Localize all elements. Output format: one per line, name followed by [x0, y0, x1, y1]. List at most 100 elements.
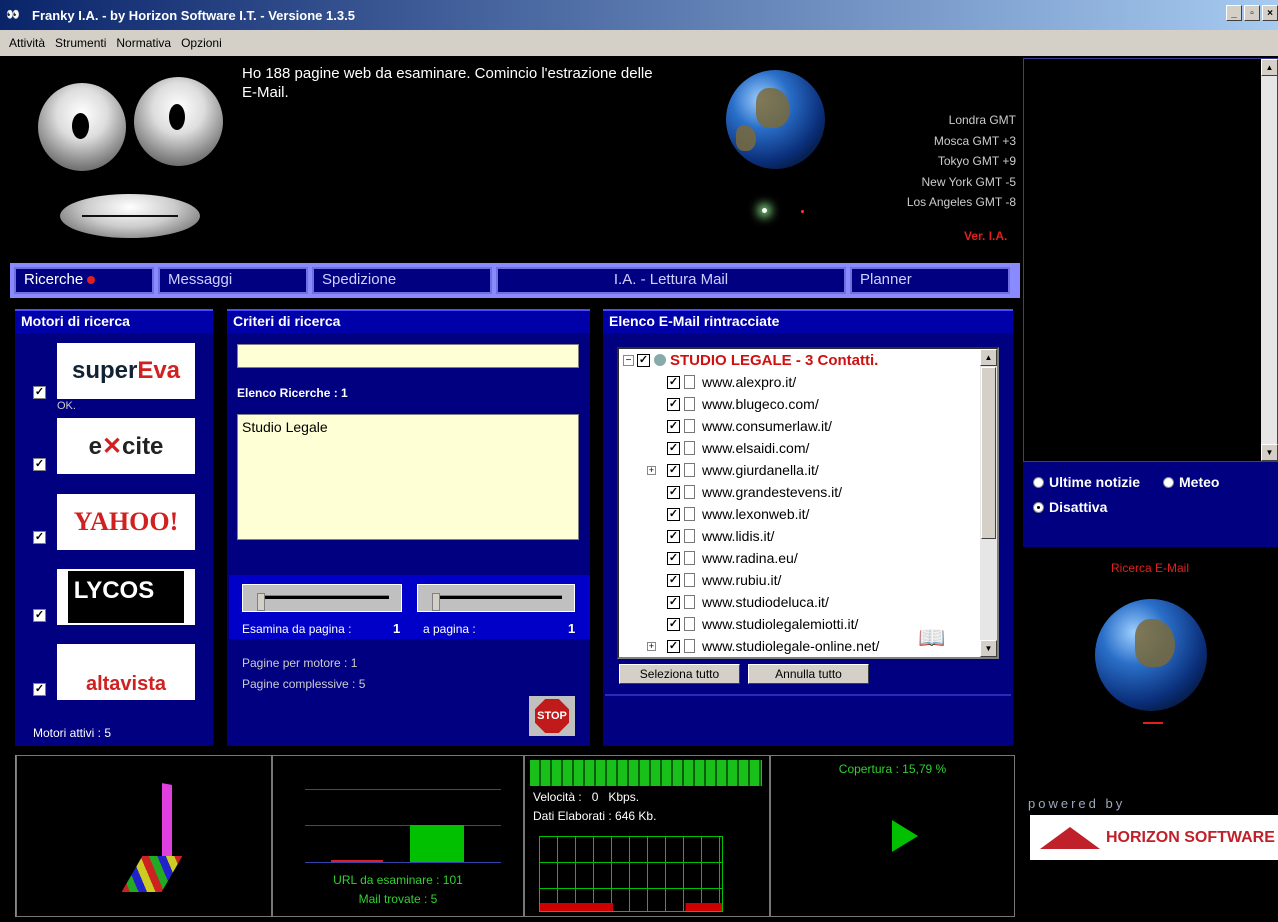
tree-checkbox[interactable]: ✓ — [667, 529, 680, 543]
tab-planner[interactable]: Planner — [850, 267, 1010, 294]
news-scrollbar[interactable]: ▲ ▼ — [1261, 59, 1278, 461]
scroll-up-icon[interactable]: ▲ — [1261, 59, 1278, 76]
tab-ricerche[interactable]: Ricerche — [14, 267, 154, 294]
tree-checkbox[interactable]: ✓ — [667, 639, 680, 653]
excite-logo[interactable]: e✕cite — [57, 418, 195, 474]
menu-normativa[interactable]: Normativa — [111, 36, 176, 50]
tab-ia-lettura-mail[interactable]: I.A. - Lettura Mail — [496, 267, 846, 294]
tree-checkbox[interactable]: ✓ — [667, 441, 680, 455]
close-button[interactable]: × — [1262, 5, 1278, 21]
site-row[interactable]: ✓ www.elsaidi.com/ — [667, 437, 809, 459]
email-tree[interactable]: − ✓ STUDIO LEGALE - 3 Contatti. ✓ www.ale… — [617, 347, 999, 659]
radio-meteo[interactable]: Meteo — [1163, 474, 1219, 490]
speed-label: Velocità : 0 Kbps. — [533, 790, 640, 804]
search-list[interactable]: Studio Legale — [237, 414, 579, 540]
tree-checkbox[interactable]: ✓ — [667, 419, 680, 433]
list-item[interactable]: Studio Legale — [242, 419, 574, 435]
to-page-value: 1 — [568, 621, 576, 636]
timezone-label: New York GMT -5 — [921, 174, 1016, 189]
document-icon — [684, 441, 695, 455]
maximize-button[interactable]: ▫ — [1244, 5, 1260, 21]
tab-label: I.A. - Lettura Mail — [613, 271, 729, 288]
site-row[interactable]: + ✓ www.studiolegale-online.net/ — [647, 635, 879, 657]
collapse-icon[interactable]: − — [623, 354, 634, 366]
site-row[interactable]: ✓ www.studiodeluca.it/ — [667, 591, 829, 613]
site-row[interactable]: ✓ www.blugeco.com/ — [667, 393, 819, 415]
globe-icon — [1095, 599, 1207, 711]
engine-checkbox[interactable]: ✓ — [33, 386, 46, 399]
scroll-up-icon[interactable]: ▲ — [980, 349, 997, 366]
alert-icon — [87, 276, 96, 284]
radio-label: Meteo — [1179, 474, 1220, 490]
news-panel: ▲ ▼ — [1023, 58, 1278, 462]
menu-opzioni[interactable]: Opzioni — [176, 36, 227, 50]
expand-icon[interactable]: + — [647, 641, 656, 651]
site-row[interactable]: ✓ www.grandestevens.it/ — [667, 481, 842, 503]
to-page-slider[interactable] — [417, 584, 575, 612]
slider-thumb[interactable] — [432, 593, 440, 611]
menu-attivita[interactable]: Attività — [4, 36, 50, 50]
engine-checkbox[interactable]: ✓ — [33, 458, 46, 471]
assistant-message: Ho 188 pagine web da esaminare. Comincio… — [242, 65, 653, 101]
minimize-button[interactable]: _ — [1226, 5, 1242, 21]
site-row[interactable]: ✓ www.studiolegalemiotti.it/ — [667, 613, 858, 635]
radio-disattiva[interactable]: Disattiva — [1033, 499, 1107, 515]
tree-checkbox[interactable]: ✓ — [667, 397, 680, 411]
total-pages: Pagine complessive : 5 — [242, 677, 366, 691]
engine-checkbox[interactable]: ✓ — [33, 531, 46, 544]
site-row[interactable]: + ✓ www.giurdanella.it/ — [647, 459, 819, 481]
site-row[interactable]: ✓ www.alexpro.it/ — [667, 371, 796, 393]
news-options: Ultime notizie Meteo Disattiva — [1023, 462, 1278, 547]
superEva-logo[interactable]: superEva — [57, 343, 195, 399]
site-row[interactable]: ✓ www.consumerlaw.it/ — [667, 415, 832, 437]
scroll-thumb[interactable] — [981, 367, 996, 539]
tree-scrollbar[interactable]: ▲ ▼ — [980, 349, 997, 657]
from-page-slider[interactable] — [242, 584, 402, 612]
altavista-logo[interactable]: altavista — [57, 644, 195, 700]
tree-checkbox[interactable]: ✓ — [667, 617, 680, 631]
document-icon — [684, 595, 695, 609]
play-icon[interactable] — [892, 820, 918, 852]
radio-ultime-notizie[interactable]: Ultime notizie — [1033, 474, 1140, 490]
radio-label: Ultime notizie — [1049, 474, 1141, 490]
speed-panel: Velocità : 0 Kbps. Dati Elaborati : 646 … — [524, 755, 770, 917]
slider-thumb[interactable] — [257, 593, 265, 611]
scroll-down-icon[interactable]: ▼ — [980, 640, 997, 657]
tree-checkbox[interactable]: ✓ — [667, 463, 680, 477]
search-globe-panel: Ricerca E-Mail — [1023, 549, 1278, 791]
tree-checkbox[interactable]: ✓ — [667, 595, 680, 609]
tab-bar: Ricerche Messaggi Spedizione I.A. - Lett… — [10, 263, 1020, 298]
expand-icon[interactable]: + — [647, 465, 656, 475]
engine-checkbox[interactable]: ✓ — [33, 683, 46, 696]
emails-title: Elenco E-Mail rintracciate — [603, 311, 1013, 333]
deselect-all-button[interactable]: Annulla tutto — [748, 664, 869, 684]
search-list-label: Elenco Ricerche : 1 — [237, 386, 348, 400]
site-label: www.studiolegale-online.net/ — [702, 638, 880, 654]
star-icon — [762, 208, 767, 213]
tree-checkbox[interactable]: ✓ — [667, 485, 680, 499]
engine-checkbox[interactable]: ✓ — [33, 609, 46, 622]
yahoo-logo[interactable]: YAHOO! — [57, 494, 195, 550]
site-label: www.lidis.it/ — [702, 528, 775, 544]
tree-checkbox[interactable]: ✓ — [667, 507, 680, 521]
menu-strumenti[interactable]: Strumenti — [50, 36, 111, 50]
site-label: www.consumerlaw.it/ — [702, 418, 832, 434]
search-input[interactable] — [237, 344, 579, 368]
scroll-down-icon[interactable]: ▼ — [1261, 444, 1278, 461]
select-all-button[interactable]: Seleziona tutto — [619, 664, 740, 684]
engines-title: Motori di ricerca — [15, 311, 213, 333]
tree-checkbox[interactable]: ✓ — [637, 353, 650, 367]
tree-checkbox[interactable]: ✓ — [667, 551, 680, 565]
site-row[interactable]: ✓ www.lidis.it/ — [667, 525, 774, 547]
document-icon — [684, 529, 695, 543]
site-row[interactable]: ✓ www.radina.eu/ — [667, 547, 798, 569]
lycos-logo[interactable]: LYCOS — [57, 569, 195, 625]
tree-checkbox[interactable]: ✓ — [667, 375, 680, 389]
tree-root[interactable]: − ✓ STUDIO LEGALE - 3 Contatti. — [623, 349, 878, 371]
tree-checkbox[interactable]: ✓ — [667, 573, 680, 587]
site-row[interactable]: ✓ www.lexonweb.it/ — [667, 503, 809, 525]
tab-messaggi[interactable]: Messaggi — [158, 267, 308, 294]
site-row[interactable]: ✓ www.rubiu.it/ — [667, 569, 781, 591]
stop-button[interactable]: STOP — [529, 696, 575, 736]
tab-spedizione[interactable]: Spedizione — [312, 267, 492, 294]
